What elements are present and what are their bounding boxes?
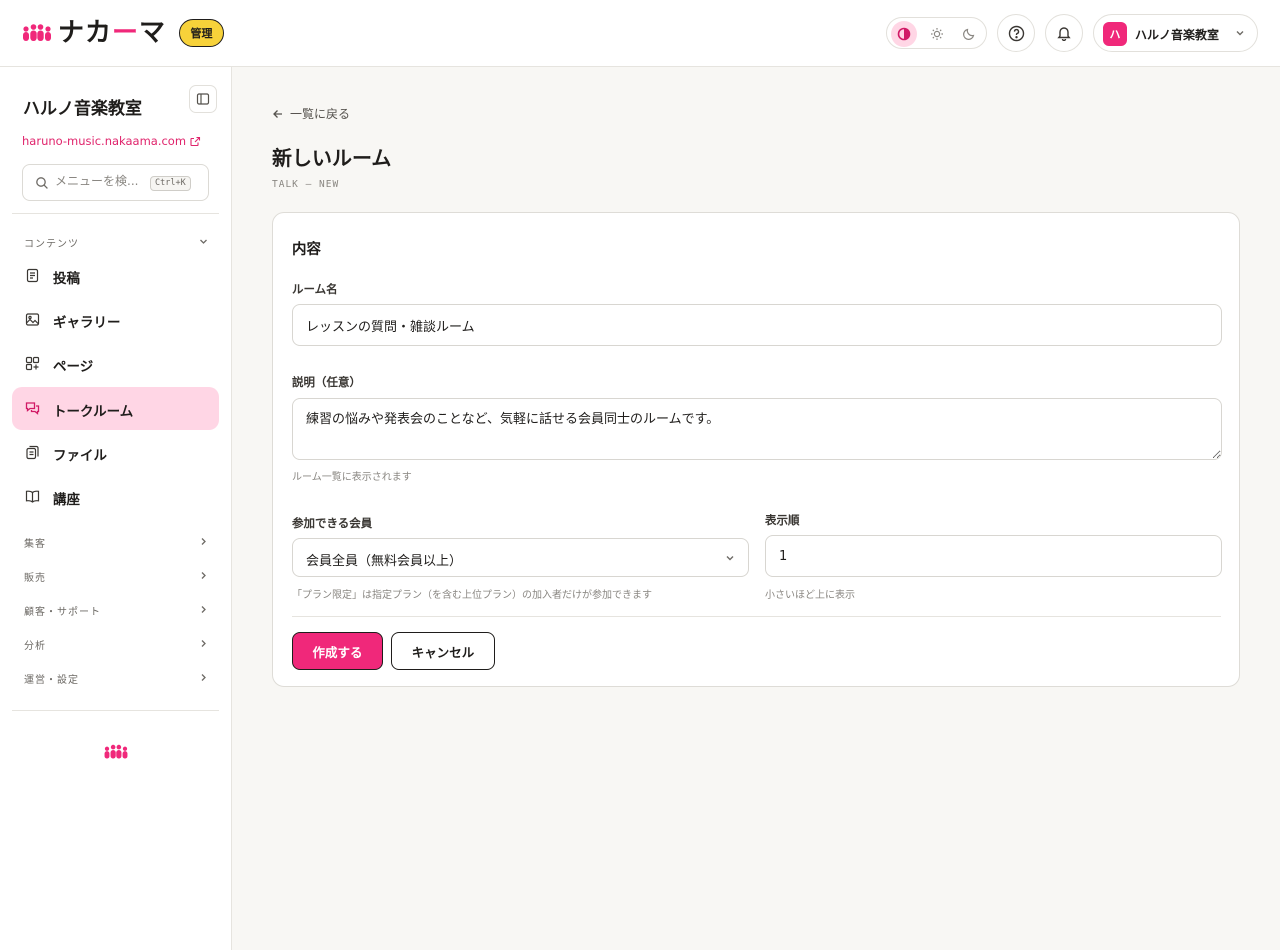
description-textarea[interactable]: 練習の悩みや発表会のことなど、気軽に話せる会員同士のルームです。 bbox=[292, 398, 1222, 460]
section-attract[interactable]: 集客 bbox=[24, 535, 209, 551]
sidebar-divider bbox=[12, 710, 219, 711]
help-circle-icon bbox=[1008, 25, 1024, 41]
book-icon bbox=[25, 490, 40, 503]
create-button[interactable]: 作成する bbox=[292, 632, 383, 670]
back-to-list-link[interactable]: 一覧に戻る bbox=[272, 105, 350, 122]
theme-auto-button[interactable] bbox=[891, 21, 917, 47]
sidebar-panel-icon bbox=[196, 93, 210, 105]
help-button[interactable] bbox=[997, 14, 1035, 52]
brand-logo[interactable]: ナカーマ bbox=[22, 18, 166, 48]
description-help: ルーム一覧に表示されます bbox=[292, 472, 412, 483]
chevron-down-icon bbox=[726, 556, 734, 561]
card-title: 内容 bbox=[292, 242, 321, 258]
section-label: 運営・設定 bbox=[24, 675, 79, 686]
chevron-right-icon bbox=[201, 640, 206, 647]
page-title: 新しいルーム bbox=[272, 146, 392, 170]
sun-icon bbox=[931, 28, 943, 40]
cancel-button[interactable]: キャンセル bbox=[391, 632, 495, 670]
sidebar-item-label: トークルーム bbox=[53, 404, 134, 420]
chevron-down-icon bbox=[200, 239, 207, 244]
room-form-card: 内容 ルーム名 説明（任意） 練習の悩みや発表会のことなど、気軽に話せる会員同士… bbox=[272, 212, 1240, 687]
theme-switcher bbox=[886, 17, 987, 49]
members-label: 参加できる会員 bbox=[292, 516, 373, 530]
chevron-right-icon bbox=[201, 572, 206, 579]
sidebar-item-label: 投稿 bbox=[53, 271, 80, 287]
chevron-right-icon bbox=[201, 674, 206, 681]
arrow-left-icon bbox=[273, 109, 282, 118]
chevron-right-icon bbox=[201, 538, 206, 545]
room-name-label: ルーム名 bbox=[292, 282, 338, 296]
section-label: コンテンツ bbox=[24, 239, 79, 250]
display-order-input[interactable] bbox=[765, 535, 1222, 577]
sidebar-item-talk-rooms[interactable]: トークルーム bbox=[12, 387, 219, 430]
sidebar-collapse-button[interactable] bbox=[189, 85, 217, 113]
sidebar: ハルノ音楽教室 haruno-music.nakaama.com Ctrl+K … bbox=[0, 67, 232, 950]
image-icon bbox=[25, 313, 40, 326]
chevron-down-icon bbox=[1236, 31, 1244, 36]
back-link-label: 一覧に戻る bbox=[290, 107, 351, 121]
organization-switcher[interactable]: ハ ハルノ音楽教室 bbox=[1093, 14, 1258, 52]
sidebar-item-pages[interactable]: ページ bbox=[12, 342, 219, 385]
sidebar-item-gallery[interactable]: ギャラリー bbox=[12, 298, 219, 341]
sidebar-item-label: 講座 bbox=[53, 492, 80, 508]
members-help: 「プラン限定」は指定プラン（を含む上位プラン）の加入者だけが参加できます bbox=[292, 590, 652, 601]
chevron-right-icon bbox=[201, 606, 206, 613]
search-shortcut: Ctrl+K bbox=[150, 176, 191, 191]
external-link-icon bbox=[190, 136, 201, 146]
org-name: ハルノ音楽教室 bbox=[1135, 28, 1220, 42]
search-icon bbox=[36, 177, 48, 189]
page-grid-icon bbox=[25, 356, 40, 371]
members-select-value: 会員全員（無料会員以上） bbox=[306, 554, 463, 569]
section-sales[interactable]: 販売 bbox=[24, 569, 209, 585]
members-select[interactable]: 会員全員（無料会員以上） bbox=[292, 538, 749, 577]
people-logo-icon bbox=[104, 744, 128, 759]
display-order-help: 小さいほど上に表示 bbox=[765, 590, 855, 601]
notifications-button[interactable] bbox=[1045, 14, 1083, 52]
sidebar-item-label: ギャラリー bbox=[53, 315, 121, 331]
section-label: 顧客・サポート bbox=[24, 607, 101, 618]
description-label: 説明（任意） bbox=[292, 375, 361, 389]
section-analytics[interactable]: 分析 bbox=[24, 637, 209, 653]
site-url-text: haruno-music.nakaama.com bbox=[22, 134, 187, 148]
top-header: ナカーマ 管理 ハ ハルノ音楽教室 bbox=[0, 0, 1280, 67]
page-subtitle: TALK — NEW bbox=[272, 179, 340, 190]
chat-icon bbox=[25, 402, 40, 415]
section-operations-settings[interactable]: 運営・設定 bbox=[24, 671, 209, 687]
sidebar-item-courses[interactable]: 講座 bbox=[12, 475, 219, 518]
menu-search-input[interactable] bbox=[55, 174, 147, 188]
section-contents[interactable]: コンテンツ bbox=[24, 235, 209, 251]
contrast-icon bbox=[897, 27, 911, 41]
theme-dark-button[interactable] bbox=[956, 21, 982, 47]
sidebar-item-label: ページ bbox=[53, 359, 94, 375]
section-customers-support[interactable]: 顧客・サポート bbox=[24, 603, 209, 619]
menu-search[interactable]: Ctrl+K bbox=[22, 164, 209, 201]
org-avatar: ハ bbox=[1103, 22, 1127, 46]
room-name-input[interactable] bbox=[292, 304, 1222, 346]
section-label: 分析 bbox=[24, 641, 46, 652]
admin-badge: 管理 bbox=[179, 19, 224, 47]
section-label: 集客 bbox=[24, 539, 46, 550]
sidebar-item-posts[interactable]: 投稿 bbox=[12, 254, 219, 297]
site-title: ハルノ音楽教室 bbox=[23, 99, 142, 119]
sidebar-item-files[interactable]: ファイル bbox=[12, 431, 219, 474]
display-order-label: 表示順 bbox=[765, 513, 800, 527]
bell-icon bbox=[1057, 27, 1071, 41]
brand-wordmark: ナカーマ bbox=[58, 18, 167, 48]
section-label: 販売 bbox=[24, 573, 46, 584]
sidebar-item-label: ファイル bbox=[53, 448, 107, 464]
files-icon bbox=[26, 445, 39, 460]
people-logo-icon bbox=[23, 24, 51, 41]
moon-icon bbox=[963, 28, 975, 40]
site-url-link[interactable]: haruno-music.nakaama.com bbox=[22, 134, 201, 148]
sidebar-divider bbox=[12, 213, 219, 214]
form-divider bbox=[292, 616, 1221, 617]
theme-light-button[interactable] bbox=[924, 21, 950, 47]
document-icon bbox=[26, 268, 39, 283]
